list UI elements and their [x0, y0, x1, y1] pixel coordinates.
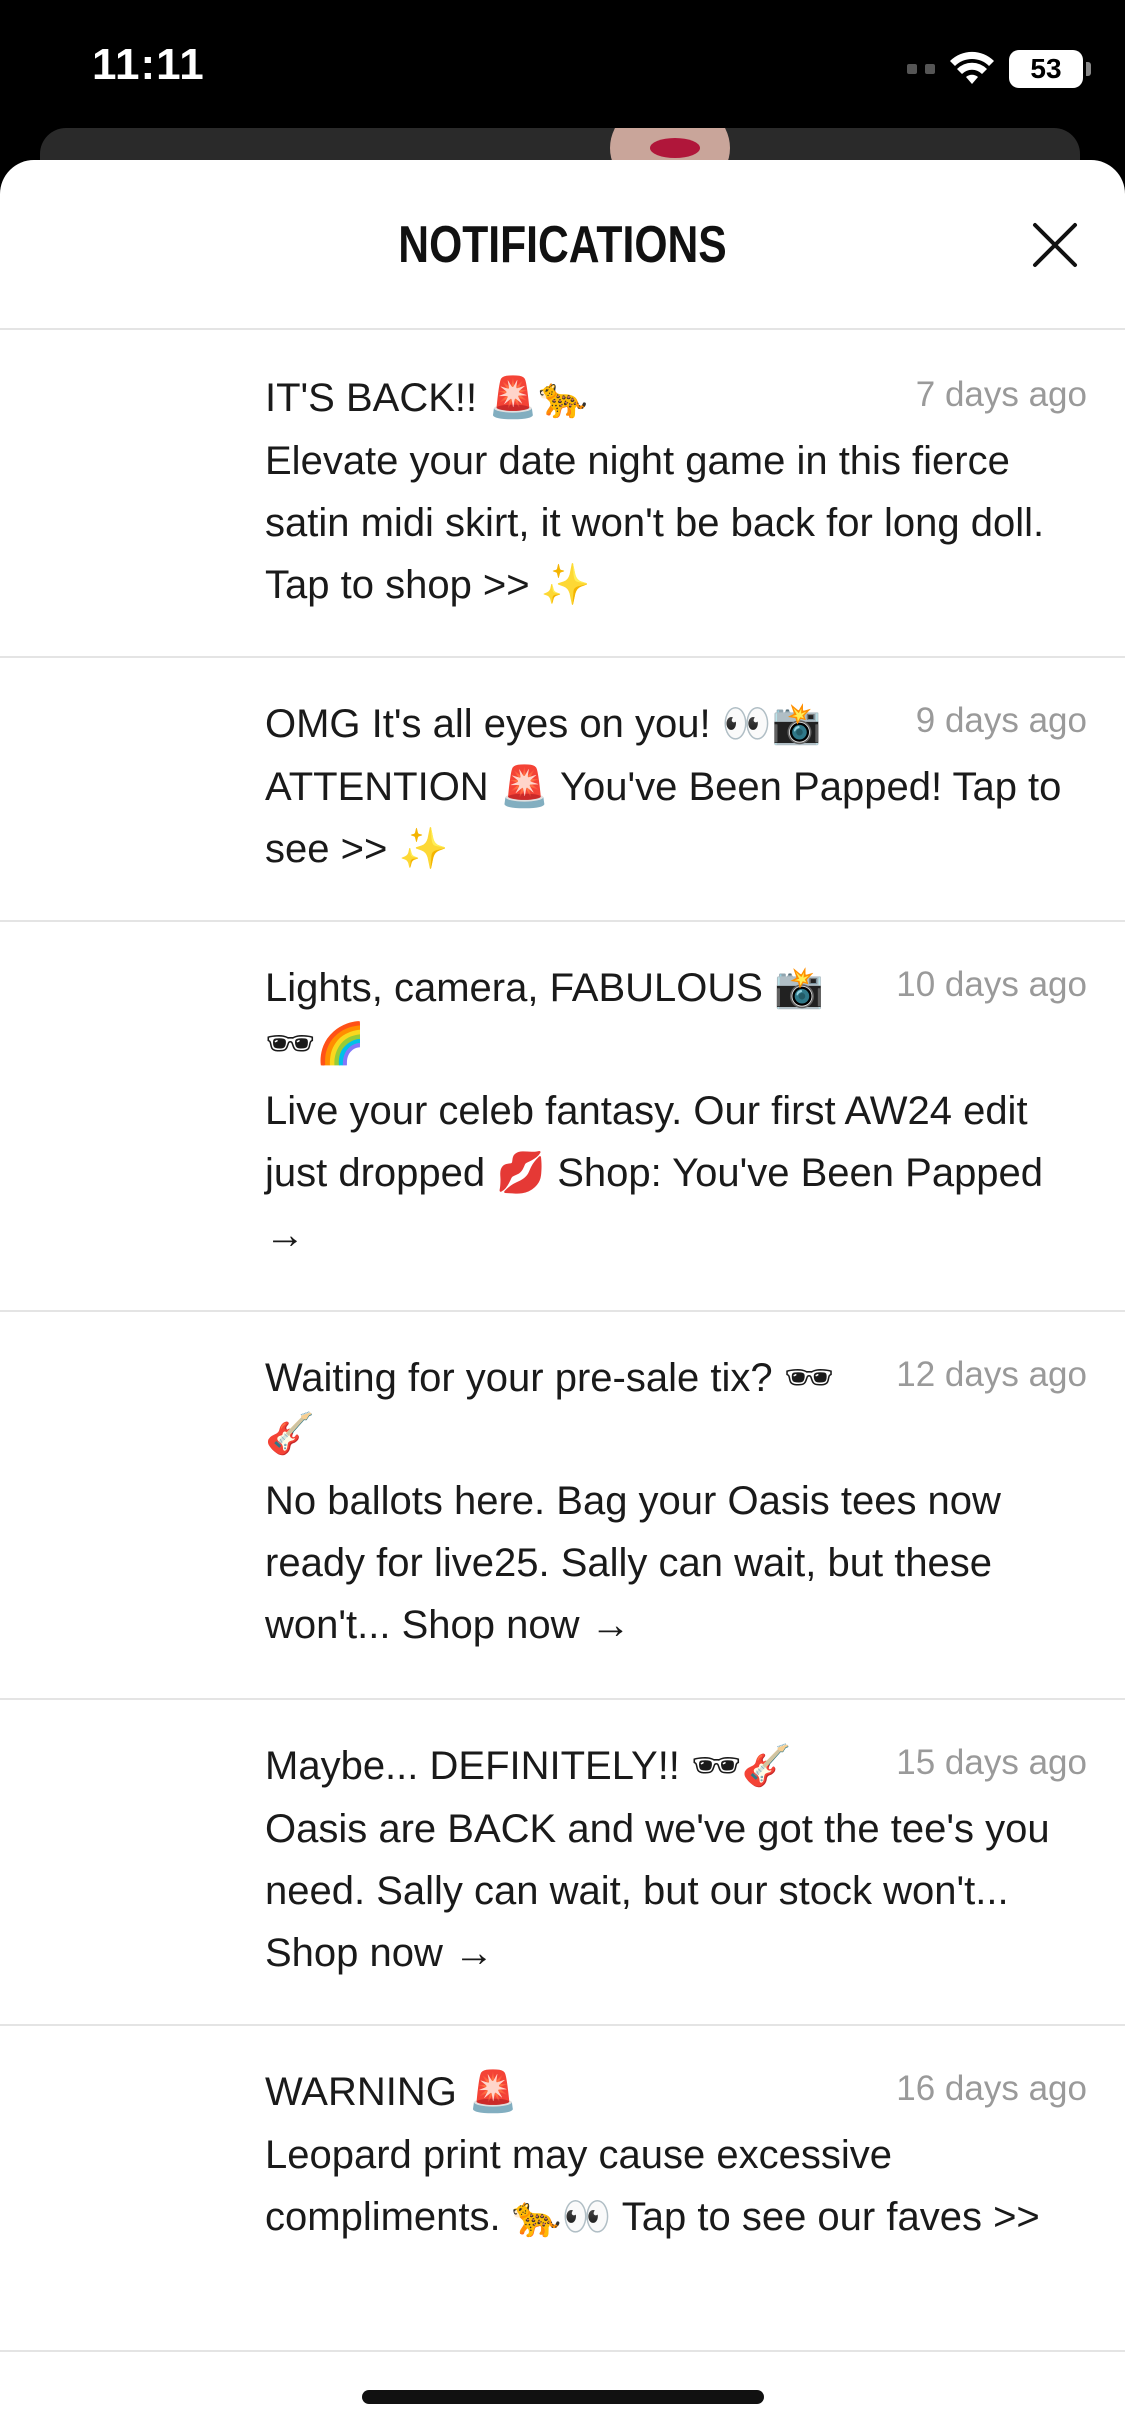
status-time: 11:11 [92, 40, 205, 89]
sheet-header: NOTIFICATIONS [0, 160, 1125, 330]
notification-body: Leopard print may cause excessive compli… [265, 2133, 1040, 2239]
notification-item[interactable]: WARNING 🚨 16 days ago Leopard print may … [0, 2026, 1125, 2352]
notification-item[interactable]: OMG It's all eyes on you! 👀📸 9 days ago … [0, 658, 1125, 922]
notification-time: 9 days ago [915, 701, 1087, 740]
notification-title: WARNING 🚨 [265, 2070, 518, 2114]
notification-title: Lights, camera, FABULOUS 📸 🕶🌈 [265, 966, 824, 1066]
notification-title: Maybe... DEFINITELY!! 🕶🎸 [265, 1744, 792, 1788]
notification-body: ATTENTION 🚨 You've Been Papped! Tap to s… [265, 765, 1062, 871]
close-button[interactable] [1025, 215, 1085, 275]
notification-body: Live your celeb fantasy. Our first AW24 … [265, 1089, 1044, 1257]
notification-time: 15 days ago [896, 1743, 1087, 1782]
status-indicators: 53 [907, 48, 1091, 90]
page-title: NOTIFICATIONS [398, 216, 727, 274]
notification-item[interactable]: Lights, camera, FABULOUS 📸 🕶🌈 10 days ag… [0, 922, 1125, 1312]
status-bar: 11:11 53 [0, 0, 1125, 135]
notification-item[interactable]: Waiting for your pre-sale tix? 🕶🎸 12 day… [0, 1312, 1125, 1700]
notification-title: OMG It's all eyes on you! 👀📸 [265, 702, 822, 746]
notification-time: 16 days ago [896, 2069, 1087, 2108]
notification-body: Oasis are BACK and we've got the tee's y… [265, 1807, 1050, 1975]
wifi-icon [950, 51, 994, 84]
battery-level: 53 [1030, 53, 1062, 84]
close-icon [1033, 223, 1077, 267]
notification-item[interactable]: IT'S BACK!! 🚨🐆 7 days ago Elevate your d… [0, 332, 1125, 658]
home-indicator [362, 2390, 764, 2404]
notification-time: 10 days ago [896, 965, 1087, 1004]
notifications-sheet: NOTIFICATIONS IT'S BACK!! 🚨🐆 7 days ago … [0, 160, 1125, 2436]
cellular-signal-icon [907, 64, 935, 74]
notification-list: IT'S BACK!! 🚨🐆 7 days ago Elevate your d… [0, 332, 1125, 2352]
notification-title: Waiting for your pre-sale tix? 🕶🎸 [265, 1356, 835, 1456]
notification-body: No ballots here. Bag your Oasis tees now… [265, 1479, 1001, 1647]
notification-body: Elevate your date night game in this fie… [265, 439, 1045, 607]
notification-time: 7 days ago [915, 375, 1087, 414]
notification-title: IT'S BACK!! 🚨🐆 [265, 376, 588, 420]
battery-icon: 53 [1009, 50, 1091, 88]
notification-time: 12 days ago [896, 1355, 1087, 1394]
notification-item[interactable]: Maybe... DEFINITELY!! 🕶🎸 15 days ago Oas… [0, 1700, 1125, 2026]
